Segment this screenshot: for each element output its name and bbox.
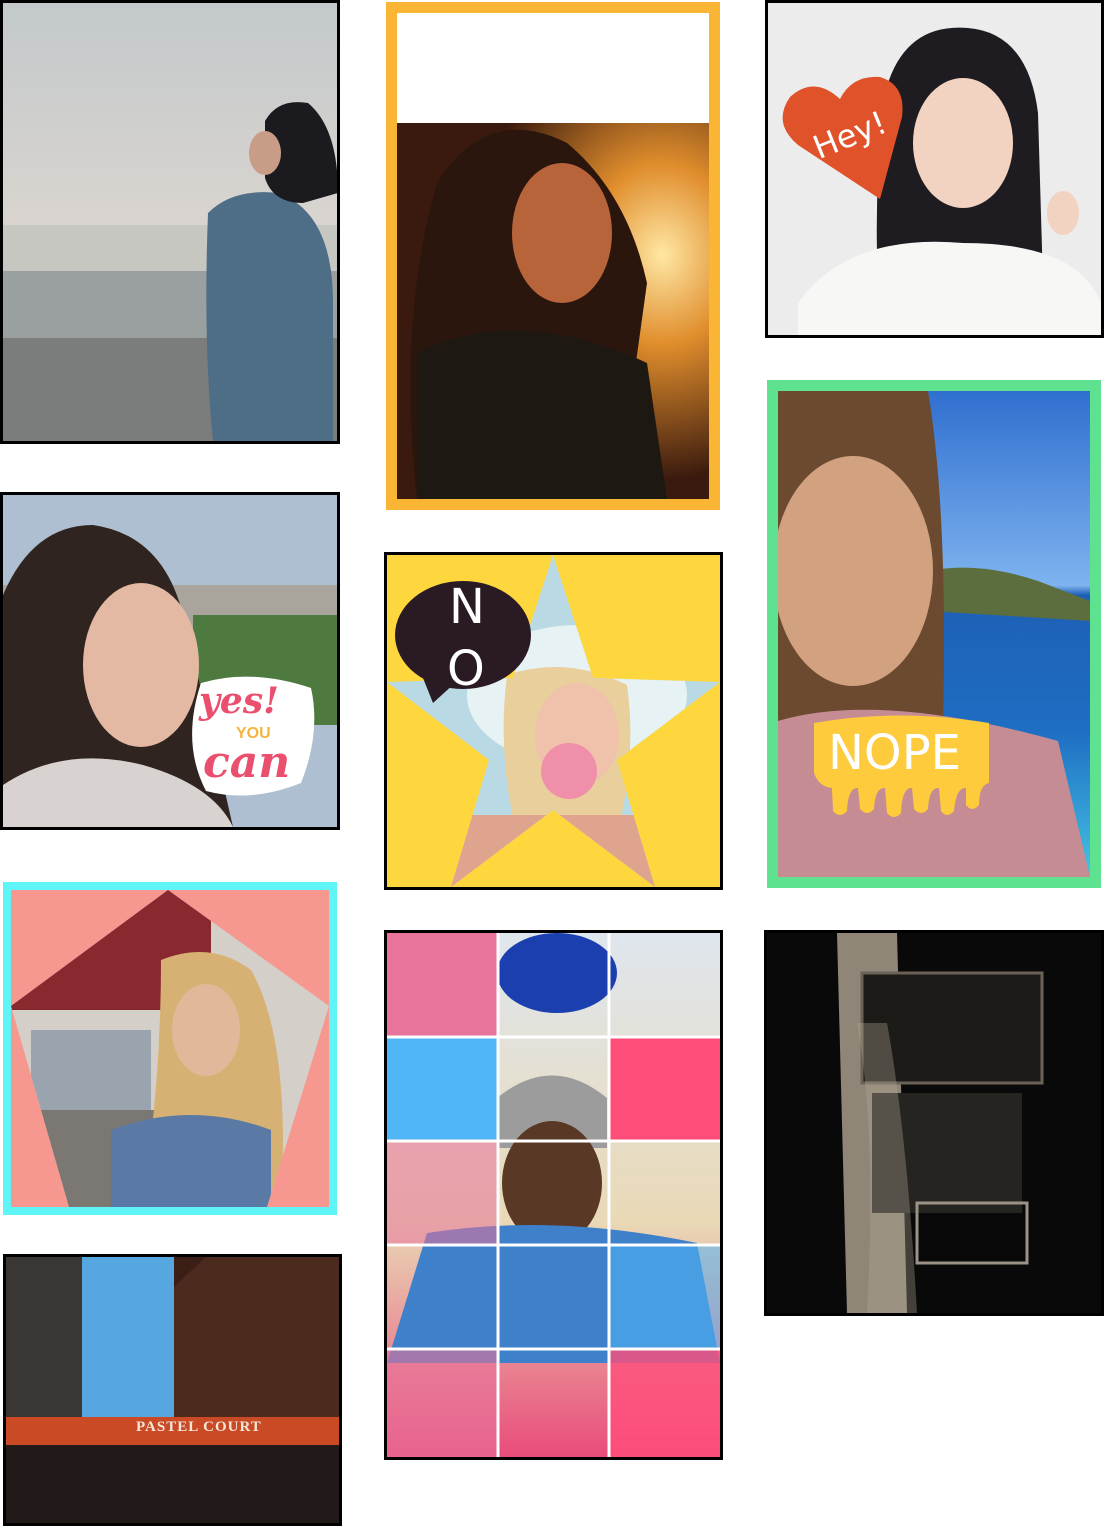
no-letter-o: O	[447, 641, 485, 697]
can-text: can	[203, 737, 291, 788]
no-letter-n: N	[449, 579, 485, 635]
photo-night-building	[767, 933, 1101, 1313]
photo-sunglasses-woman	[11, 890, 329, 1207]
photo-card-sunglasses-woman[interactable]	[3, 882, 337, 1215]
nope-drip-sticker: NOPE	[804, 713, 994, 823]
hey-heart-sticker: Hey!	[780, 73, 906, 199]
photo-card-grid-man[interactable]	[384, 930, 723, 1460]
photo-woman-at-sea	[3, 3, 337, 441]
photo-card-smiling-woman[interactable]: yes! YOU can	[0, 492, 340, 830]
photo-card-building[interactable]: PASTEL COURT	[3, 1254, 342, 1526]
yes-you-can-sticker: yes! YOU can	[181, 673, 321, 803]
photo-sunset-woman	[397, 123, 709, 499]
no-speech-bubble: N O	[393, 579, 531, 704]
photo-card-sunset-woman[interactable]	[386, 2, 720, 510]
photo-card-hey-woman[interactable]: Hey!	[765, 0, 1104, 338]
photo-card-night-building[interactable]	[764, 930, 1104, 1316]
nope-text: NOPE	[828, 725, 961, 781]
photo-card-woman-at-sea[interactable]	[0, 0, 340, 444]
photo-grid-man	[387, 933, 720, 1457]
photo-building	[6, 1257, 339, 1523]
yes-text: yes!	[199, 680, 279, 722]
photo-card-bubblegum[interactable]: N O	[384, 552, 723, 890]
photo-card-nope-woman[interactable]: NOPE	[767, 380, 1101, 888]
pastel-court-sign: PASTEL COURT	[136, 1419, 262, 1435]
